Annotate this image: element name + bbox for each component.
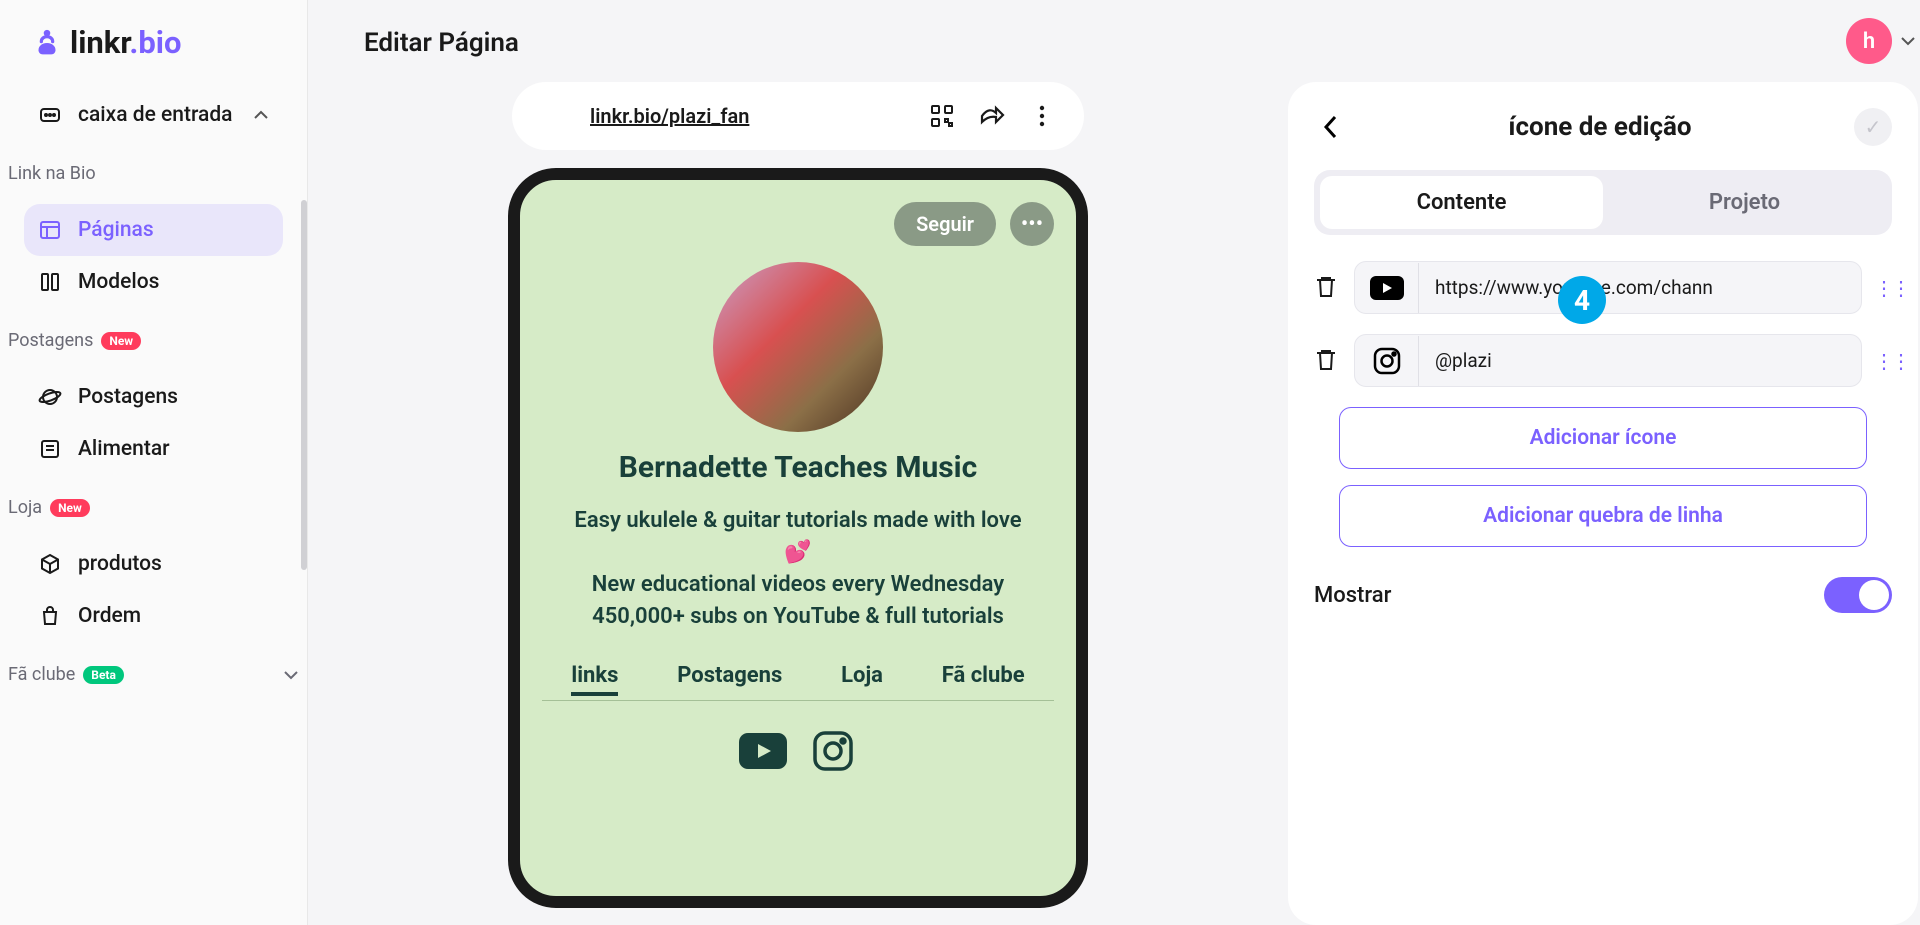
youtube-icon[interactable] [739,727,787,775]
visibility-toggle[interactable] [1824,577,1892,613]
bag-icon [38,604,62,628]
avatar: h [1846,18,1892,64]
phone-tab-store[interactable]: Loja [841,659,883,696]
message-icon [38,103,62,127]
tab-project[interactable]: Projeto [1603,176,1886,229]
sidebar-section-posts: Postagens New [0,316,307,363]
sidebar-item-label: Alimentar [78,437,170,461]
sidebar-item-pages[interactable]: Páginas [24,204,283,256]
chevron-up-icon[interactable] [253,110,269,120]
tab-content[interactable]: Contente [1320,176,1603,229]
sidebar-item-label: caixa de entrada [78,103,233,127]
panel-tabs: Contente Projeto [1314,170,1892,235]
box-icon [38,552,62,576]
page-title: Editar Página [308,28,1920,58]
profile-name: Bernadette Teaches Music [542,450,1054,485]
show-label: Mostrar [1314,583,1391,608]
profile-bio: Easy ukulele & guitar tutorials made wit… [570,505,1026,633]
tutorial-step-badge: 4 [1558,276,1606,324]
qr-icon[interactable] [928,102,956,130]
brand-text-a: linkr [70,24,129,61]
edit-panel: ícone de edição ✓ Contente Projeto ⋮⋮ [1288,82,1918,925]
sort-icon[interactable] [540,102,568,130]
phone-tab-posts[interactable]: Postagens [677,659,782,696]
chevron-down-icon [283,670,299,680]
user-menu[interactable]: h [1846,18,1916,64]
youtube-icon[interactable] [1355,263,1419,313]
drag-handle-icon[interactable]: ⋮⋮ [1874,276,1892,300]
sidebar-item-posts[interactable]: Postagens [24,371,283,423]
add-linebreak-button[interactable]: Adicionar quebra de linha [1339,485,1867,547]
sidebar-item-inbox[interactable]: caixa de entrada [24,89,283,141]
drag-handle-icon[interactable]: ⋮⋮ [1874,349,1892,373]
add-icon-button[interactable]: Adicionar ícone [1339,407,1867,469]
chevron-down-icon [1900,36,1916,46]
confirm-button[interactable]: ✓ [1854,108,1892,146]
icon-url-input[interactable] [1419,335,1861,386]
sidebar-item-label: Modelos [78,270,159,294]
sidebar-item-models[interactable]: Modelos [24,256,283,308]
icon-row-instagram: ⋮⋮ [1314,334,1892,387]
more-vert-icon[interactable] [1028,102,1056,130]
delete-button[interactable] [1314,274,1342,302]
sidebar-item-label: Páginas [78,218,154,242]
templates-icon [38,270,62,294]
phone-preview: Seguir ••• Bernadette Teaches Music Easy… [508,168,1088,908]
follow-button[interactable]: Seguir [894,202,996,246]
sidebar-item-label: Fã clube [8,664,75,685]
share-icon[interactable] [978,102,1006,130]
more-button[interactable]: ••• [1010,202,1054,246]
delete-button[interactable] [1314,347,1342,375]
brand-mark-icon [30,26,64,60]
back-button[interactable] [1314,111,1346,143]
sidebar-item-fanclub[interactable]: Fã clube Beta [0,650,307,699]
new-badge: New [50,499,90,517]
sidebar-item-label: Ordem [78,604,141,628]
feed-icon [38,437,62,461]
page-url[interactable]: linkr.bio/plazi_fan [590,104,906,128]
sidebar-item-label: Postagens [78,385,178,409]
profile-picture [713,262,883,432]
icon-url-input[interactable] [1419,262,1861,313]
sidebar-item-feed[interactable]: Alimentar [24,423,283,475]
brand-logo: linkr.bio [0,24,307,81]
sidebar-item-products[interactable]: produtos [24,538,283,590]
url-bar: linkr.bio/plazi_fan [512,82,1084,150]
sidebar-item-label: produtos [78,552,162,576]
sidebar-section-linkbio: Link na Bio [0,149,307,196]
beta-badge: Beta [83,666,124,684]
brand-text-b: .bio [129,24,181,61]
sidebar-section-store: Loja New [0,483,307,530]
phone-tab-fanclub[interactable]: Fã clube [942,659,1025,696]
instagram-icon[interactable] [1355,336,1419,386]
planet-icon [38,385,62,409]
panel-title: ícone de edição [1346,112,1854,142]
phone-tab-links[interactable]: links [571,659,618,696]
new-badge: New [101,332,141,350]
layout-icon [38,218,62,242]
sidebar-item-orders[interactable]: Ordem [24,590,283,642]
instagram-icon[interactable] [809,727,857,775]
